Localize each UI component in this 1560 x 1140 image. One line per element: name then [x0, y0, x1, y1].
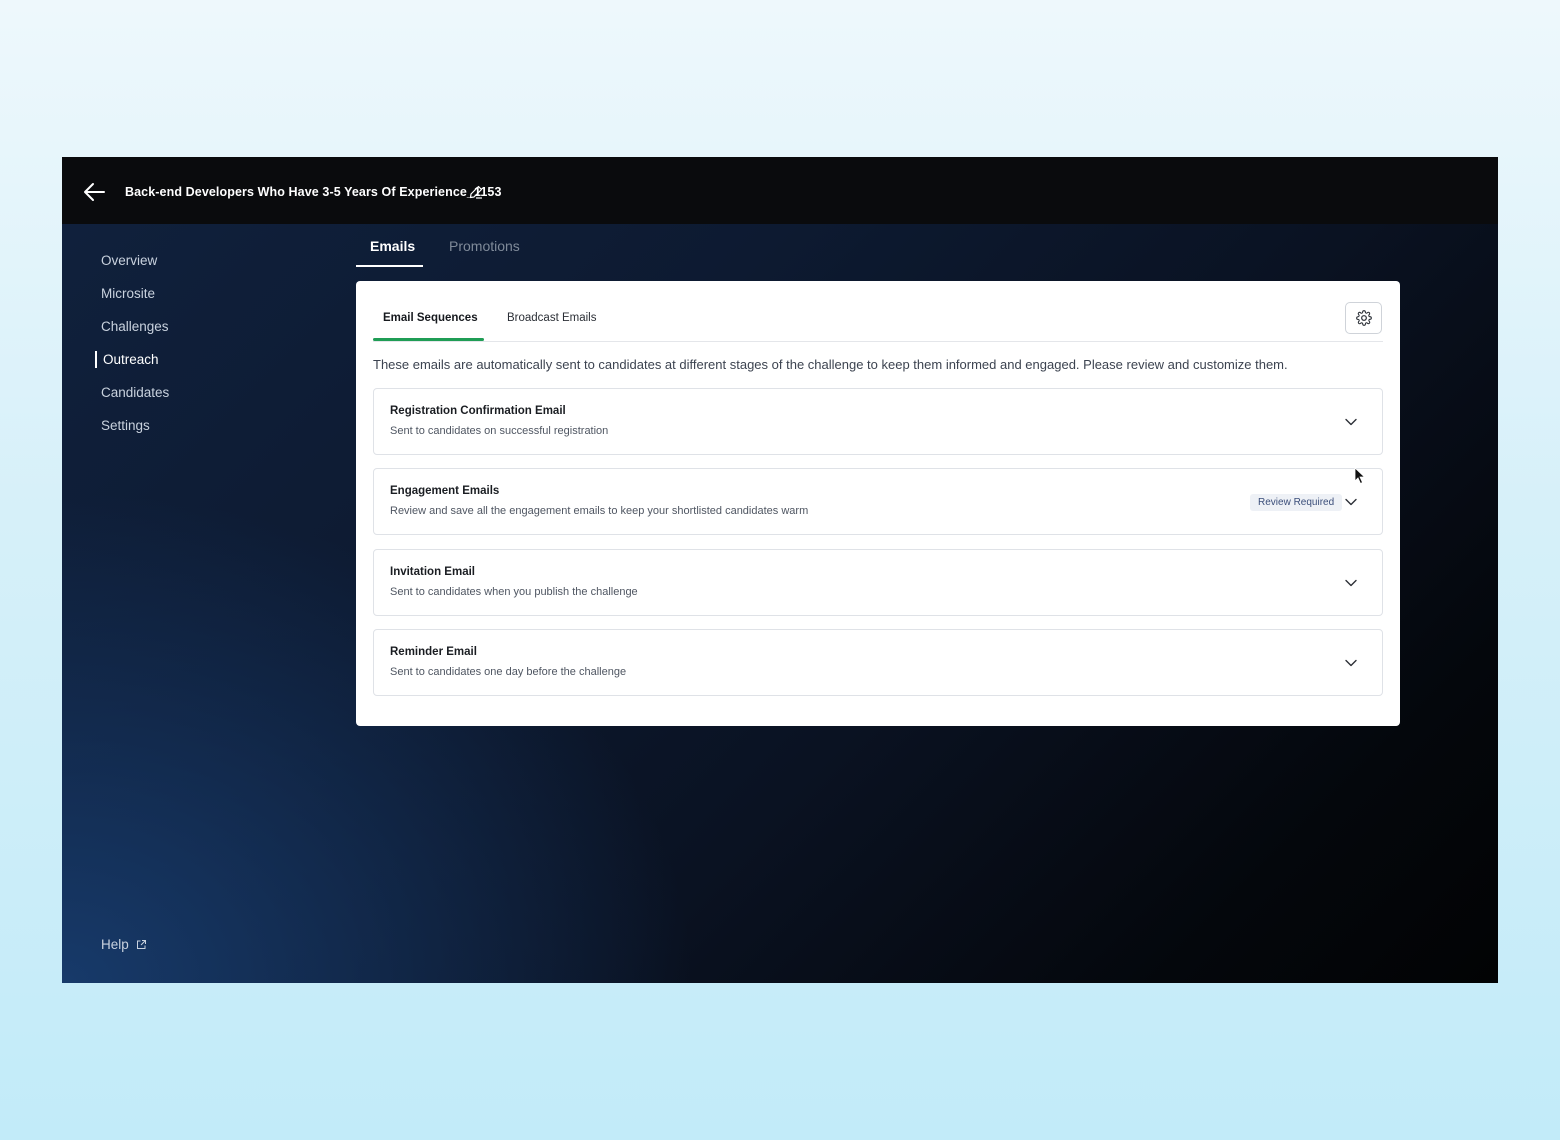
app-window: Back-end Developers Who Have 3-5 Years O…: [62, 157, 1498, 983]
page-title: Back-end Developers Who Have 3-5 Years O…: [125, 185, 502, 199]
tab-emails[interactable]: Emails: [370, 238, 415, 254]
email-description: Sent to candidates one day before the ch…: [390, 666, 627, 678]
settings-button[interactable]: [1345, 302, 1382, 334]
subtab-email-sequences[interactable]: Email Sequences: [383, 312, 478, 324]
help-link[interactable]: Help: [101, 937, 147, 952]
tab-promotions[interactable]: Promotions: [449, 238, 520, 254]
edit-title-button[interactable]: [468, 184, 484, 200]
email-row-invitation[interactable]: Invitation Email Sent to candidates when…: [373, 549, 1383, 616]
email-row-engagement[interactable]: Engagement Emails Review and save all th…: [373, 468, 1383, 535]
email-title: Invitation Email: [390, 566, 475, 578]
sidebar-item-overview[interactable]: Overview: [101, 253, 157, 268]
sidebar-item-settings[interactable]: Settings: [101, 418, 150, 433]
intro-text: These emails are automatically sent to c…: [373, 357, 1288, 372]
gear-icon: [1355, 310, 1372, 326]
sub-tabs: Email Sequences Broadcast Emails: [373, 281, 1383, 342]
email-description: Sent to candidates on successful registr…: [390, 425, 609, 437]
chevron-down-icon[interactable]: [1344, 495, 1358, 509]
help-label: Help: [101, 937, 129, 952]
chevron-down-icon[interactable]: [1344, 415, 1358, 429]
sidebar-item-microsite[interactable]: Microsite: [101, 286, 155, 301]
review-required-badge: Review Required: [1250, 494, 1343, 511]
active-subtab-underline: [373, 338, 484, 341]
top-bar: Back-end Developers Who Have 3-5 Years O…: [62, 157, 1498, 224]
top-tabs: Emails Promotions: [356, 224, 756, 268]
active-tab-underline: [356, 265, 423, 267]
email-title: Registration Confirmation Email: [390, 405, 566, 417]
sidebar: Overview Microsite Challenges Outreach C…: [62, 224, 352, 983]
sidebar-item-candidates[interactable]: Candidates: [101, 385, 169, 400]
chevron-down-icon[interactable]: [1344, 576, 1358, 590]
sidebar-item-outreach[interactable]: Outreach: [103, 352, 159, 367]
email-sequences-card: Email Sequences Broadcast Emails These e…: [356, 281, 1400, 726]
active-nav-indicator: [95, 351, 97, 368]
pencil-icon: [469, 185, 483, 199]
email-title: Reminder Email: [390, 646, 477, 658]
email-description: Review and save all the engagement email…: [390, 505, 809, 517]
email-description: Sent to candidates when you publish the …: [390, 586, 638, 598]
back-button[interactable]: [82, 179, 108, 205]
mouse-cursor-icon: [1354, 467, 1366, 485]
back-arrow-icon: [84, 183, 105, 201]
external-link-icon: [136, 940, 146, 949]
email-row-reminder[interactable]: Reminder Email Sent to candidates one da…: [373, 629, 1383, 696]
subtab-broadcast-emails[interactable]: Broadcast Emails: [507, 312, 596, 324]
chevron-down-icon[interactable]: [1344, 656, 1358, 670]
email-row-registration[interactable]: Registration Confirmation Email Sent to …: [373, 388, 1383, 455]
email-title: Engagement Emails: [390, 485, 500, 497]
sidebar-item-challenges[interactable]: Challenges: [101, 319, 169, 334]
